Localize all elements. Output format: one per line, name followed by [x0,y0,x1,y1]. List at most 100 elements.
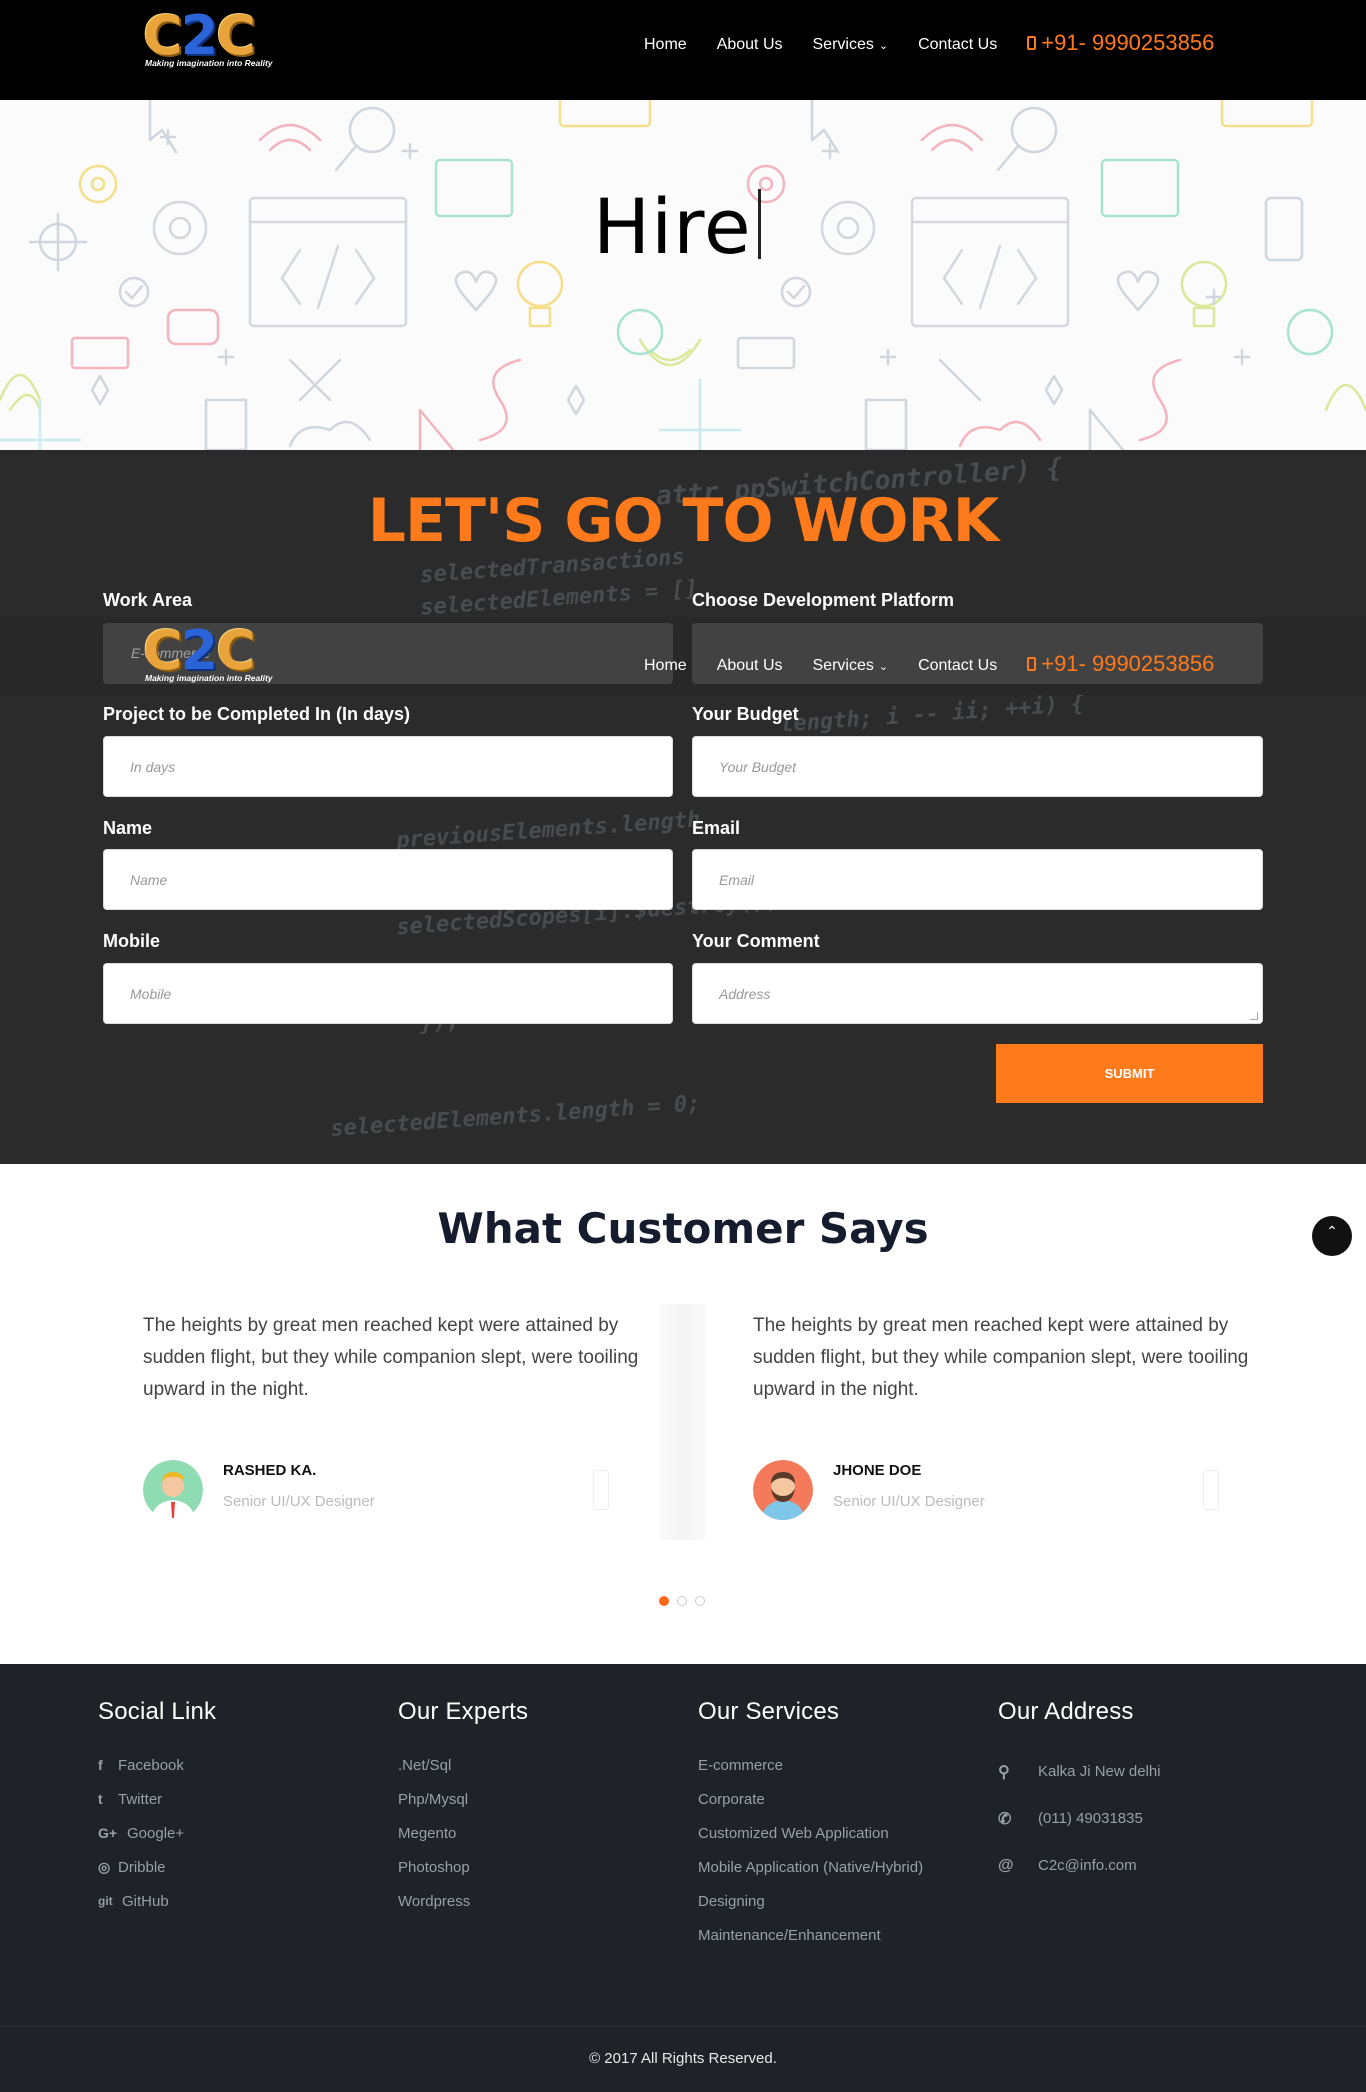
dribbble-link[interactable]: ◎ Dribble [98,1850,216,1884]
nav-about-label: About Us [716,36,783,53]
main-nav: Home About Us Services ⌄ Contact Us +91- … [644,30,1214,56]
submit-button[interactable]: SUBMIT [996,1044,1263,1103]
facebook-label: Facebook [118,1756,184,1774]
carousel-pagination [659,1596,705,1606]
testimonial-quote: The heights by great men reached kept we… [143,1315,639,1400]
mobile-phone-icon [1027,657,1037,671]
twitter-label: Twitter [118,1790,163,1808]
phone-number: +91- 9990253856 [1041,30,1215,55]
testimonial-card: The heights by great men reached kept we… [753,1310,1249,1560]
carousel-dot-3[interactable] [695,1596,705,1606]
service-link[interactable]: Corporate [698,1782,923,1816]
email-input[interactable]: Email [692,849,1263,910]
service-link[interactable]: Mobile Application (Native/Hybrid) [698,1850,923,1884]
avatar-man-icon [143,1460,203,1520]
phone-number: +91- 9990253856 [1041,651,1215,676]
testimonial-role: Senior UI/UX Designer [833,1493,985,1510]
service-link[interactable]: E-commerce [698,1748,923,1782]
phone-icon: ✆ [998,1810,1012,1828]
nav-about[interactable]: About Us [717,36,783,54]
nav-home[interactable]: Home [644,657,687,675]
logo-tagline: Making imagination into Reality [145,673,273,683]
mobile-phone-icon [1027,36,1037,50]
phone-text[interactable]: (011) 49031835 [1038,1810,1143,1827]
avatar [143,1460,203,1520]
nav-contact[interactable]: Contact Us [918,36,997,54]
doodle-pattern-background [0,100,1366,450]
github-link[interactable]: git GitHub [98,1884,216,1918]
phone-link[interactable]: +91- 9990253856 [1027,30,1214,56]
dribbble-icon: ◎ [98,1858,111,1875]
sticky-logo[interactable]: C2C Making imagination into Reality [143,621,278,687]
expert-link[interactable]: .Net/Sql [398,1748,528,1782]
name-input[interactable]: Name [103,849,673,910]
phone-link[interactable]: +91- 9990253856 [1027,651,1214,677]
logo-wordmark: C2C [143,619,256,682]
expert-link[interactable]: Megento [398,1816,528,1850]
budget-input[interactable]: Your Budget [692,736,1263,797]
footer-experts-heading: Our Experts [398,1698,529,1725]
nav-services[interactable]: Services ⌄ [813,36,889,54]
site-logo[interactable]: C2C Making imagination into Reality [143,6,278,72]
resize-handle-icon[interactable] [1250,1012,1258,1020]
footer-services-column: Our Services E-commerce Corporate Custom… [698,1698,923,1952]
comment-textarea[interactable]: Address [692,963,1263,1024]
address-text: Kalka Ji New delhi [1038,1763,1161,1780]
quote-icon [593,1470,609,1510]
budget-placeholder: Your Budget [719,759,797,775]
hero-title: Hire [593,182,761,271]
testimonial-name: RASHED KA. [223,1462,317,1479]
phone-item: ✆ (011) 49031835 [998,1795,1161,1842]
facebook-link[interactable]: f Facebook [98,1748,216,1782]
nav-services[interactable]: Services ⌄ [813,657,889,675]
days-input[interactable]: In days [103,736,673,797]
copyright-bar: © 2017 All Rights Reserved. [0,2026,1366,2092]
avatar [753,1460,813,1520]
sticky-nav: Home About Us Services ⌄ Contact Us +91- … [644,651,1214,677]
google-plus-icon: G+ [98,1825,118,1841]
carousel-dot-1[interactable] [659,1596,669,1606]
github-icon: git [98,1894,113,1908]
twitter-link[interactable]: t Twitter [98,1782,216,1816]
form-heading: LET'S GO TO WORK [367,486,999,556]
footer-services-heading: Our Services [698,1698,840,1725]
nav-contact[interactable]: Contact Us [918,657,997,675]
at-icon: @ [998,1856,1014,1874]
chevron-down-icon: ⌄ [878,39,889,52]
map-pin-icon: ⚲ [998,1763,1010,1781]
logo-wordmark: C2C [143,4,256,67]
service-link[interactable]: Customized Web Application [698,1816,923,1850]
site-footer: Social Link f Facebook t Twitter G+ Google+… [0,1664,1366,2026]
expert-link[interactable]: Wordpress [398,1884,528,1918]
google-plus-link[interactable]: G+ Google+ [98,1816,216,1850]
scroll-to-top-button[interactable]: ⌃ [1312,1216,1352,1256]
testimonials-heading: What Customer Says [437,1204,929,1253]
nav-services-label: Services [812,36,874,53]
footer-address-column: Our Address ⚲ Kalka Ji New delhi ✆ (011) 4… [998,1698,1161,1889]
footer-address-heading: Our Address [998,1698,1134,1725]
email-label: Email [692,818,741,838]
nav-home[interactable]: Home [644,36,687,54]
email-placeholder: Email [719,872,755,888]
testimonial-role: Senior UI/UX Designer [223,1493,375,1510]
email-text[interactable]: C2c@info.com [1038,1857,1137,1874]
bg-code-line: previousElements.length [395,807,702,854]
hire-form-section: .attr ppSwitchController) { selectedTran… [0,450,1366,1164]
chevron-down-icon: ⌄ [878,660,889,673]
footer-social-heading: Social Link [98,1698,217,1725]
expert-link[interactable]: Php/Mysql [398,1782,528,1816]
comment-placeholder: Address [719,986,771,1002]
platform-label: Choose Development Platform [692,590,955,610]
mobile-input[interactable]: Mobile [103,963,673,1024]
github-label: GitHub [122,1892,169,1910]
service-link[interactable]: Designing [698,1884,923,1918]
service-link[interactable]: Maintenance/Enhancement [698,1918,923,1952]
facebook-icon: f [98,1757,103,1773]
logo-tagline: Making imagination into Reality [145,58,273,68]
expert-link[interactable]: Photoshop [398,1850,528,1884]
carousel-divider [660,1304,706,1540]
nav-about[interactable]: About Us [717,657,783,675]
work-area-label: Work Area [103,590,193,610]
mobile-placeholder: Mobile [130,986,172,1002]
carousel-dot-2[interactable] [677,1596,687,1606]
